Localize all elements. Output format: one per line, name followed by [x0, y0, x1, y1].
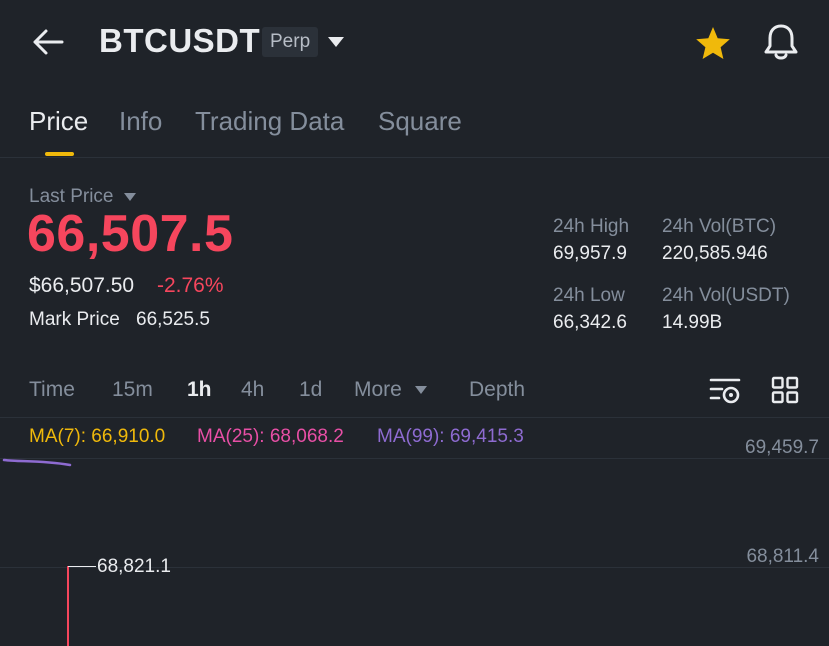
indicator-settings-button[interactable]	[708, 376, 742, 406]
stat-24h-vol-btc-value: 220,585.946	[662, 243, 768, 264]
active-tab-indicator	[45, 152, 74, 156]
usd-price: $66,507.50	[29, 274, 135, 297]
price-change-percent: -2.76%	[157, 274, 224, 297]
last-price-value: 66,507.5	[27, 205, 234, 263]
tab-square[interactable]: Square	[378, 106, 462, 137]
stat-24h-low-label: 24h Low	[553, 285, 625, 306]
chart-gridline-top	[0, 458, 829, 459]
ma25-label: MA(25): 68,068.2	[197, 426, 344, 447]
chart-settings-icon	[709, 378, 741, 404]
symbol-dropdown-button[interactable]	[326, 34, 346, 50]
price-axis-top-label: 69,459.7	[745, 437, 819, 458]
caret-down-icon	[328, 37, 344, 47]
tab-depth[interactable]: Depth	[469, 378, 525, 402]
high-marker-line	[68, 566, 96, 567]
price-axis-mid-label: 68,811.4	[746, 546, 819, 567]
stat-24h-vol-btc-label: 24h Vol(BTC)	[662, 216, 777, 237]
interval-more-label: More	[354, 378, 402, 401]
caret-down-icon	[414, 386, 427, 395]
stat-24h-vol-usdt-value: 14.99B	[662, 312, 723, 333]
back-button[interactable]	[28, 24, 68, 60]
star-icon	[696, 27, 730, 59]
layout-grid-button[interactable]	[771, 376, 799, 404]
interval-1h[interactable]: 1h	[187, 378, 212, 402]
ma99-line	[2, 458, 72, 467]
mark-price-label: Mark Price	[29, 309, 120, 330]
stat-24h-vol-usdt-label: 24h Vol(USDT)	[662, 285, 790, 306]
interval-more-dropdown[interactable]: More	[354, 378, 428, 402]
symbol-title[interactable]: BTCUSDT	[99, 22, 260, 60]
ma7-label: MA(7): 66,910.0	[29, 426, 166, 447]
interval-time[interactable]: Time	[29, 378, 75, 402]
tab-price[interactable]: Price	[29, 106, 88, 137]
interval-1d[interactable]: 1d	[299, 378, 322, 402]
mark-price-value: 66,525.5	[136, 309, 210, 330]
caret-down-icon	[123, 192, 136, 201]
interval-15m[interactable]: 15m	[112, 378, 153, 402]
grid-icon	[771, 376, 799, 404]
tab-info[interactable]: Info	[119, 106, 162, 137]
price-candle	[67, 566, 69, 646]
ma99-label: MA(99): 69,415.3	[377, 426, 524, 447]
tab-trading-data[interactable]: Trading Data	[195, 106, 344, 137]
arrow-left-icon	[33, 29, 64, 55]
alert-button[interactable]	[762, 22, 800, 62]
interval-divider	[0, 417, 829, 418]
high-marker-label: 68,821.1	[97, 556, 171, 577]
bell-icon	[764, 24, 798, 60]
stat-24h-high-value: 69,957.9	[553, 243, 627, 264]
interval-4h[interactable]: 4h	[241, 378, 264, 402]
perp-badge: Perp	[262, 27, 319, 57]
tabs-divider	[0, 157, 829, 158]
stat-24h-low-value: 66,342.6	[553, 312, 627, 333]
favorite-button[interactable]	[694, 25, 732, 61]
stat-24h-high-label: 24h High	[553, 216, 630, 237]
